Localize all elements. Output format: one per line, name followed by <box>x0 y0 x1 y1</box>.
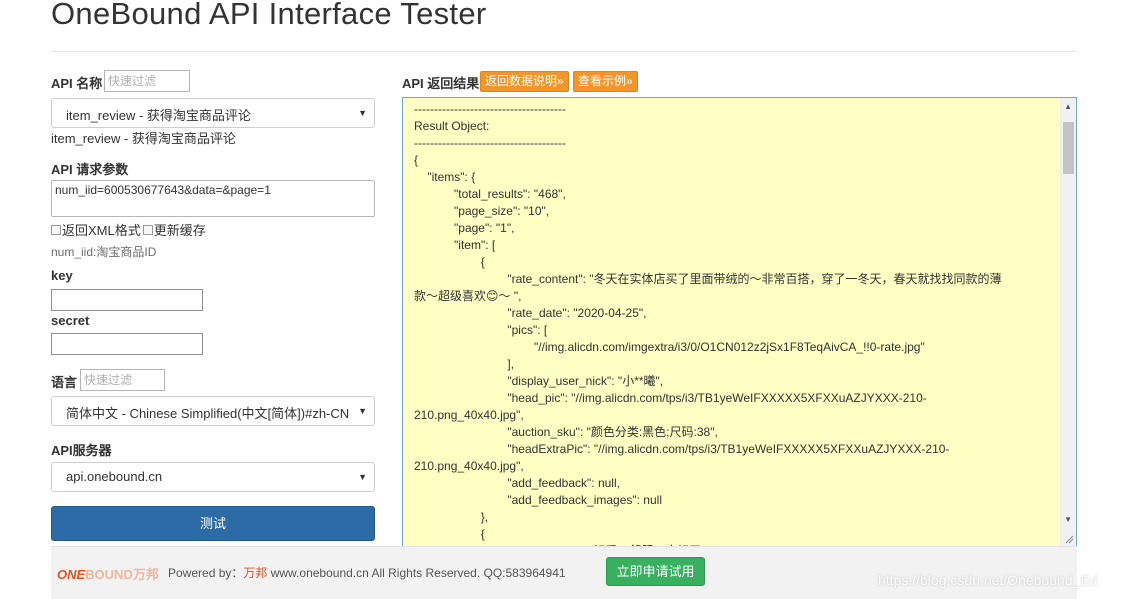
server-label: API服务器 <box>51 443 112 458</box>
api-description: item_review - 获得淘宝商品评论 <box>51 131 236 146</box>
api-select-value: item_review - 获得淘宝商品评论 <box>66 108 251 123</box>
scroll-down-arrow-icon[interactable]: ▼ <box>1064 515 1072 524</box>
result-text: -------------------------------------- R… <box>414 102 1002 546</box>
params-textarea[interactable]: num_iid=600530677643&data=&page=1 <box>51 180 375 217</box>
page-title: OneBound API Interface Tester <box>51 0 487 31</box>
result-scrollbar[interactable]: ▲ ▼ <box>1060 98 1076 546</box>
header-divider <box>51 51 1077 52</box>
scroll-thumb[interactable] <box>1063 122 1074 174</box>
lang-filter-input[interactable] <box>80 369 165 391</box>
cache-checkbox[interactable] <box>142 224 153 235</box>
brand-link[interactable]: 万邦 <box>243 566 267 580</box>
server-select[interactable]: api.onebound.cn ▼ <box>51 462 375 492</box>
params-label: API 请求参数 <box>51 162 129 177</box>
result-output[interactable]: -------------------------------------- R… <box>402 97 1077 547</box>
test-button[interactable]: 测试 <box>51 506 375 541</box>
view-example-button[interactable]: 查看示例» <box>573 71 638 92</box>
caret-down-icon: ▼ <box>358 108 367 118</box>
result-label: API 返回结果 <box>402 76 480 91</box>
api-filter-input[interactable] <box>104 70 190 92</box>
xml-checkbox[interactable] <box>51 224 61 235</box>
scroll-up-arrow-icon[interactable]: ▲ <box>1064 102 1072 111</box>
response-doc-button[interactable]: 返回数据说明» <box>480 71 569 92</box>
apply-trial-button[interactable]: 立即申请试用 <box>606 557 705 586</box>
lang-select[interactable]: 简体中文 - Chinese Simplified(中文[简体])#zh-CN … <box>51 396 375 426</box>
xml-checkbox-label: 返回XML格式 <box>62 223 141 238</box>
cache-checkbox-label: 更新缓存 <box>153 223 206 238</box>
caret-down-icon: ▼ <box>358 406 367 416</box>
caret-down-icon: ▼ <box>358 472 367 482</box>
lang-select-value: 简体中文 - Chinese Simplified(中文[简体])#zh-CN <box>66 406 350 421</box>
powered-by-text: Powered by：万邦 www.onebound.cn All Rights… <box>168 566 566 580</box>
api-name-label: API 名称 <box>51 76 103 91</box>
secret-input[interactable] <box>51 333 203 355</box>
server-select-value: api.onebound.cn <box>66 469 163 484</box>
lang-label: 语言 <box>51 375 78 390</box>
watermark-text: https://blog.csdn.net/Onebound_Ed <box>878 572 1098 588</box>
secret-label: secret <box>51 313 90 328</box>
key-input[interactable] <box>51 289 203 311</box>
onebound-logo: ONEBOUND万邦 <box>57 567 159 582</box>
api-select[interactable]: item_review - 获得淘宝商品评论 ▼ <box>51 98 375 128</box>
resize-grip-icon[interactable] <box>1065 535 1074 544</box>
key-label: key <box>51 268 73 283</box>
options-row: 返回XML格式 更新缓存 <box>51 220 206 239</box>
param-hint: num_iid:淘宝商品ID <box>51 245 157 259</box>
